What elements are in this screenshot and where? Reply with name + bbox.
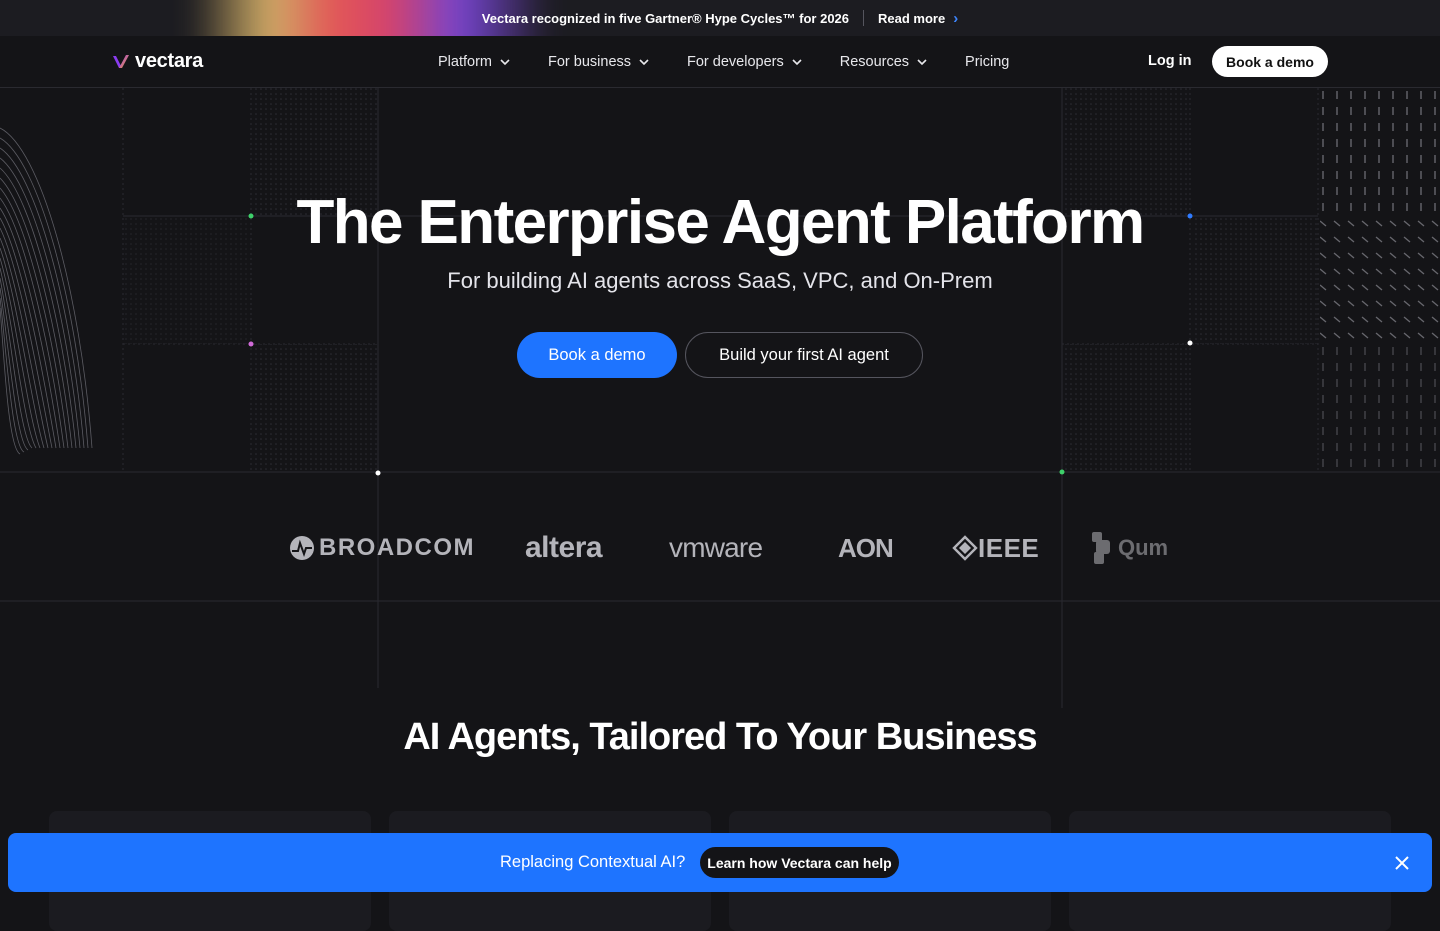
- brand-name: vectara: [135, 50, 203, 72]
- nav-item-for-developers[interactable]: For developers: [687, 54, 802, 70]
- nav-item-label: For developers: [687, 53, 784, 70]
- banner-text: Replacing Contextual AI?: [500, 853, 686, 871]
- client-name: altera: [525, 531, 603, 564]
- announcement-divider: [863, 10, 865, 26]
- announcement-text: Vectara recognized in five Gartner® Hype…: [481, 10, 850, 26]
- vmware-logo: vmware: [669, 525, 763, 571]
- broadcom-logo: BROADCOM: [289, 525, 475, 571]
- nav-item-pricing[interactable]: Pricing: [965, 54, 1009, 70]
- ieee-logo: IEEE: [952, 525, 1039, 571]
- nav-item-label: Pricing: [965, 53, 1010, 70]
- qum-mark-icon: [1092, 532, 1110, 564]
- build-first-agent-button[interactable]: Build your first AI agent: [685, 332, 923, 378]
- brand-logo[interactable]: vectara: [112, 50, 203, 73]
- login-link[interactable]: Log in: [1148, 53, 1192, 69]
- altera-logo: altera: [525, 525, 603, 571]
- nav-menu: Platform For business For developers Res…: [438, 36, 1047, 87]
- client-name: vmware: [669, 532, 763, 563]
- nav-item-label: Platform: [438, 53, 492, 70]
- announcement-bar: Vectara recognized in five Gartner® Hype…: [0, 0, 1440, 36]
- vectara-logo-icon: [113, 54, 129, 68]
- section-title: AI Agents, Tailored To Your Business: [403, 716, 1037, 758]
- chevron-right-icon[interactable]: ›: [953, 10, 958, 27]
- read-more-link[interactable]: Read more: [878, 11, 945, 26]
- nav-book-demo-button[interactable]: Book a demo: [1212, 46, 1328, 77]
- client-name: AON: [838, 532, 894, 563]
- chevron-down-icon: [792, 58, 802, 65]
- client-name: BROADCOM: [319, 534, 475, 561]
- close-icon[interactable]: [1394, 855, 1410, 871]
- chevron-down-icon: [917, 58, 927, 65]
- nav-item-label: Resources: [839, 53, 910, 70]
- aon-logo: AON: [838, 525, 894, 571]
- promo-banner: Replacing Contextual AI? Learn how Vecta…: [8, 833, 1432, 892]
- chevron-down-icon: [500, 58, 510, 65]
- chevron-down-icon: [639, 58, 649, 65]
- nav-item-label: For business: [548, 53, 632, 70]
- nav-item-resources[interactable]: Resources: [840, 54, 927, 70]
- hero-title: The Enterprise Agent Platform: [296, 188, 1146, 257]
- nav-item-for-business[interactable]: For business: [548, 54, 649, 70]
- hero-subtitle: For building AI agents across SaaS, VPC,…: [447, 268, 993, 293]
- qum-logo: Qum: [1090, 525, 1168, 571]
- client-name: IEEE: [978, 532, 1040, 563]
- nav-item-platform[interactable]: Platform: [438, 54, 510, 70]
- main-nav: vectara Platform For business For develo…: [0, 36, 1440, 88]
- ieee-diamond-icon: [952, 535, 978, 561]
- learn-more-button[interactable]: Learn how Vectara can help: [700, 847, 899, 878]
- hero-book-demo-button[interactable]: Book a demo: [517, 332, 677, 378]
- broadcom-mark-icon: [290, 536, 314, 560]
- client-logos: BROADCOM altera vmware AON IEEE Qum: [0, 525, 1440, 575]
- client-name: Qum: [1118, 535, 1169, 560]
